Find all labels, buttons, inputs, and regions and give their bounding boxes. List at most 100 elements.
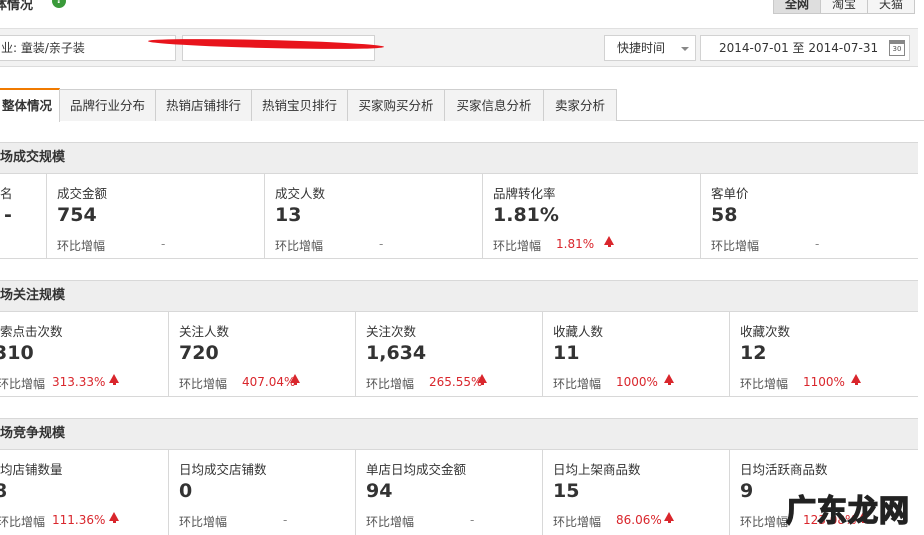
change-label: 环比增幅 xyxy=(711,239,760,253)
tab-seller-analysis[interactable]: 卖家分析 xyxy=(543,89,617,121)
arrow-up-icon xyxy=(664,374,674,385)
change-value: 1100% xyxy=(803,375,845,389)
metric-value: 11 xyxy=(553,342,580,364)
arrow-up-icon xyxy=(604,236,614,247)
metric-label: 名 xyxy=(0,186,13,201)
change-label: 环比增幅 xyxy=(493,239,542,253)
metric-value: 1.81% xyxy=(493,204,559,226)
metric-label: 收藏次数 xyxy=(740,324,791,339)
change-value: - xyxy=(283,513,288,527)
change-label: 环比增幅 xyxy=(553,515,602,529)
metric-label: 客单价 xyxy=(711,186,749,201)
arrow-up-icon xyxy=(109,512,119,523)
change-value: 265.55% xyxy=(429,375,483,389)
date-range-text: 2014-07-01 至 2014-07-31 xyxy=(719,41,879,55)
change-label: 环比增幅 xyxy=(0,515,46,529)
metric-value: 12 xyxy=(740,342,767,364)
change-label: 环比增幅 xyxy=(57,239,106,253)
section-title-competition: 场竞争规模 xyxy=(0,418,918,450)
tab-hot-items[interactable]: 热销宝贝排行 xyxy=(251,89,348,121)
arrow-up-icon xyxy=(851,374,861,385)
change-label: 环比增幅 xyxy=(179,515,228,529)
metric-value: 13 xyxy=(275,204,302,226)
tab-overview[interactable]: 整体情况 xyxy=(0,88,60,122)
help-icon[interactable]: ? xyxy=(52,0,66,8)
change-label: 环比增幅 xyxy=(275,239,324,253)
metric-label: 日均成交店铺数 xyxy=(179,462,267,477)
section-competition: 均店铺数量 8 环比增幅 111.36% 日均成交店铺数 0 环比增幅 - 单店… xyxy=(0,450,918,535)
metric-value: 15 xyxy=(553,480,580,502)
metric-value: 720 xyxy=(179,342,219,364)
change-value: 407.04% xyxy=(242,375,296,389)
change-label: 环比增幅 xyxy=(179,377,228,391)
section-title-attention: 场关注规模 xyxy=(0,280,918,312)
change-value: - xyxy=(161,237,166,251)
change-label: 环比增幅 xyxy=(0,377,46,391)
change-label: 环比增幅 xyxy=(366,515,415,529)
metric-label: 日均上架商品数 xyxy=(553,462,641,477)
change-label: 环比增幅 xyxy=(740,515,789,529)
change-value: - xyxy=(470,513,475,527)
metric-value: 754 xyxy=(57,204,97,226)
change-value: 111.36% xyxy=(52,513,106,527)
metric-label: 收藏人数 xyxy=(553,324,604,339)
date-range-picker[interactable]: 2014-07-01 至 2014-07-31 30 xyxy=(700,35,910,61)
change-value: - xyxy=(379,237,384,251)
tab-brand-distribution[interactable]: 品牌行业分布 xyxy=(59,89,156,121)
calendar-icon[interactable]: 30 xyxy=(889,40,905,56)
metric-value: 1,634 xyxy=(366,342,427,364)
metric-daily-trading-shops: 日均成交店铺数 0 环比增幅 - xyxy=(169,450,356,535)
watermark-logo: 广东龙网 xyxy=(785,493,910,530)
metric-value: 310 xyxy=(0,342,34,364)
metric-value: 9 xyxy=(740,480,754,502)
metric-followers: 关注人数 720 环比增幅 407.04% xyxy=(169,312,356,396)
metric-avg-shops: 均店铺数量 8 环比增幅 111.36% xyxy=(0,450,169,535)
tab-bar: 整体情况 品牌行业分布 热销店铺排行 热销宝贝排行 买家购买分析 买家信息分析 … xyxy=(0,88,924,122)
metric-label: 成交人数 xyxy=(275,186,326,201)
metric-label: 索点击次数 xyxy=(0,324,63,339)
change-label: 环比增幅 xyxy=(740,377,789,391)
section-title-trade: 场成交规模 xyxy=(0,142,918,174)
tab-buyer-purchase[interactable]: 买家购买分析 xyxy=(347,89,445,121)
metric-avg-order: 客单价 58 环比增幅 - xyxy=(701,174,918,258)
quick-time-select[interactable]: 快捷时间 xyxy=(604,35,696,61)
metric-value: 8 xyxy=(0,480,7,502)
arrow-up-icon xyxy=(477,374,487,385)
industry-field[interactable]: 业: 童装/亲子装 xyxy=(0,35,176,61)
metric-daily-listed-items: 日均上架商品数 15 环比增幅 86.06% xyxy=(543,450,730,535)
metric-label: 日均活跃商品数 xyxy=(740,462,828,477)
scope-tab-tmall[interactable]: 天猫 xyxy=(868,0,916,14)
scope-tab-all[interactable]: 全网 xyxy=(773,0,822,14)
chevron-down-icon xyxy=(681,47,689,51)
change-value: 86.06% xyxy=(616,513,662,527)
tab-hot-shops[interactable]: 热销店铺排行 xyxy=(155,89,252,121)
metric-label: 关注次数 xyxy=(366,324,417,339)
filter-bar: 业: 童装/亲子装 快捷时间 2014-07-01 至 2014-07-31 3… xyxy=(0,28,918,67)
arrow-up-icon xyxy=(664,512,674,523)
metric-search-clicks: 索点击次数 310 环比增幅 313.33% xyxy=(0,312,169,396)
section-attention: 索点击次数 310 环比增幅 313.33% 关注人数 720 环比增幅 407… xyxy=(0,312,918,397)
scope-tabs: 全网 淘宝 天猫 xyxy=(773,0,916,14)
tab-buyer-info[interactable]: 买家信息分析 xyxy=(444,89,544,121)
arrow-up-icon xyxy=(109,374,119,385)
metric-value: 58 xyxy=(711,204,738,226)
change-value: - xyxy=(815,237,820,251)
metric-conversion-rate: 品牌转化率 1.81% 环比增幅 1.81% xyxy=(483,174,701,258)
page-title: 体情况 xyxy=(0,0,34,13)
section-trade: 名 - 成交金额 754 环比增幅 - 成交人数 13 环比增幅 - 品牌转化率… xyxy=(0,174,918,259)
scope-tab-taobao[interactable]: 淘宝 xyxy=(821,0,869,14)
metric-label: 成交金额 xyxy=(57,186,108,201)
metric-label: 单店日均成交金额 xyxy=(366,462,467,477)
change-label: 环比增幅 xyxy=(366,377,415,391)
metric-value: 94 xyxy=(366,480,393,502)
metric-value: - xyxy=(4,204,12,226)
metric-per-shop-daily-amount: 单店日均成交金额 94 环比增幅 - xyxy=(356,450,543,535)
change-value: 313.33% xyxy=(52,375,106,389)
metric-value: 0 xyxy=(179,480,193,502)
change-label: 环比增幅 xyxy=(553,377,602,391)
metric-favorite-count: 收藏次数 12 环比增幅 1100% xyxy=(730,312,918,396)
metric-follow-count: 关注次数 1,634 环比增幅 265.55% xyxy=(356,312,543,396)
metric-rank: 名 - xyxy=(0,174,47,258)
change-value: 1000% xyxy=(616,375,658,389)
metric-label: 关注人数 xyxy=(179,324,230,339)
